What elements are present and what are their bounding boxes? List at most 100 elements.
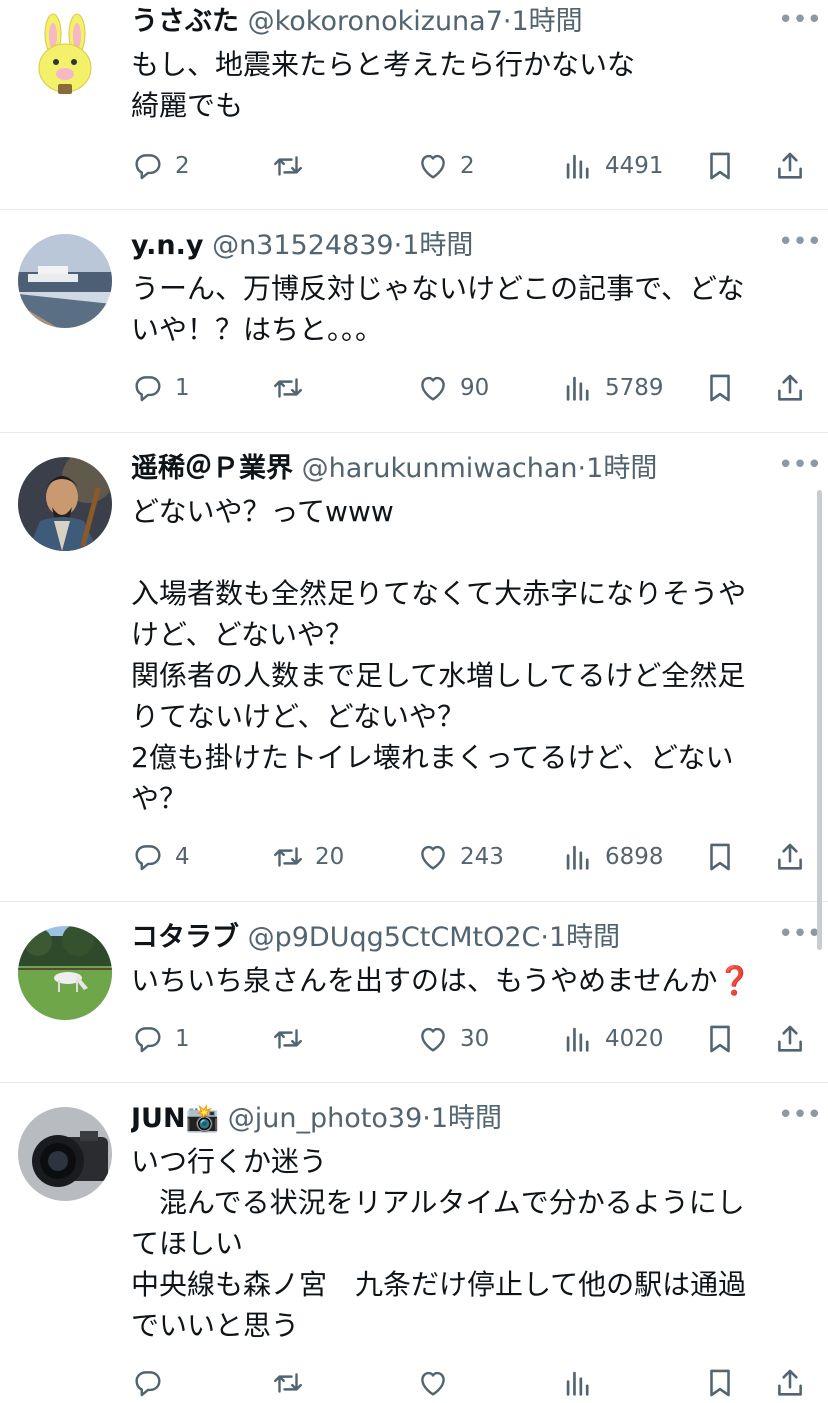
views-button[interactable]: 4491 (561, 146, 664, 186)
tweet-line: 中央線も森ノ宮 九条だけ停止して他の駅は通過 (131, 1268, 747, 1301)
display-name[interactable]: うさぶた (131, 6, 239, 37)
timestamp[interactable]: 1時間 (431, 1103, 502, 1134)
share-icon (778, 1369, 802, 1396)
tweet-actions: 1 30 4020 (131, 1019, 811, 1059)
tweet-header: うさぶた @kokoronokizuna7·1時間 (131, 4, 808, 40)
views-icon (566, 1027, 589, 1052)
user-handle[interactable]: @jun_photo39 (228, 1103, 422, 1134)
timestamp[interactable]: 1時間 (402, 230, 473, 261)
timestamp[interactable]: 1時間 (549, 922, 620, 953)
tweet-line: もし、地震来たらと考えたら行かないな (131, 48, 636, 81)
avatar[interactable] (18, 12, 112, 106)
share-button[interactable] (773, 1019, 807, 1059)
separator-dot: · (422, 1103, 431, 1134)
bookmark-button[interactable] (703, 1363, 737, 1403)
retweet-button[interactable] (271, 1363, 305, 1403)
retweet-icon (274, 847, 302, 867)
display-name[interactable]: 遥稀＠Ｐ業界 (131, 453, 293, 484)
share-button[interactable] (773, 837, 807, 877)
retweet-count: 20 (315, 844, 345, 870)
tweet-line: いつ行くか迷う (131, 1145, 328, 1178)
tweet-text: もし、地震来たらと考えたら行かないな 綺麗でも (131, 44, 808, 126)
bookmark-icon (710, 843, 730, 871)
like-button[interactable]: 30 (416, 1019, 489, 1059)
bookmark-button[interactable] (703, 837, 737, 877)
views-button[interactable] (561, 1363, 595, 1403)
reply-button[interactable]: 1 (131, 1019, 190, 1059)
tweet-actions: 1 90 5789 (131, 368, 811, 408)
avatar[interactable] (18, 457, 112, 551)
timestamp[interactable]: 1時間 (512, 6, 583, 37)
timestamp[interactable]: 1時間 (586, 453, 657, 484)
tweet-actions: 4 20 243 6898 (131, 837, 811, 877)
separator-dot: · (577, 453, 587, 484)
tweet-line: でいいと思う (131, 1309, 300, 1342)
views-icon (566, 1371, 589, 1396)
views-icon (566, 154, 589, 179)
bookmark-button[interactable] (703, 1019, 737, 1059)
scrollbar[interactable] (817, 490, 822, 950)
bookmark-button[interactable] (703, 146, 737, 186)
tweet-line: うーん、万博反対じゃないけどこの記事で、どな (131, 272, 745, 305)
tweet[interactable]: ••• うさぶた @kokoronokizuna7·1時間 もし、地震来たらと考… (0, 0, 828, 210)
reply-button[interactable]: 1 (131, 368, 190, 408)
reply-count: 1 (175, 375, 190, 401)
share-button[interactable] (773, 368, 807, 408)
display-name[interactable]: コタラブ (131, 922, 239, 953)
tweet[interactable]: ••• コタラブ @p9DUqg5CtCMtO2C·1時間 いちいち泉さんを出す… (0, 902, 828, 1083)
bookmark-button[interactable] (703, 368, 737, 408)
display-name[interactable]: JUN (131, 1103, 186, 1134)
like-button[interactable]: 90 (416, 368, 489, 408)
views-button[interactable]: 4020 (561, 1019, 664, 1059)
retweet-button[interactable] (271, 146, 315, 186)
share-icon (778, 843, 802, 870)
avatar[interactable] (18, 926, 112, 1020)
tweet-text: いつ行くか迷う 混んでる状況をリアルタイムで分かるようにし てほしい 中央線も森… (131, 1141, 808, 1346)
display-name[interactable]: y.n.y (131, 230, 203, 261)
like-button[interactable]: 243 (416, 837, 504, 877)
tweet-line: 2億も掛けたトイレ壊れまくってるけど、どない (131, 741, 734, 774)
views-button[interactable]: 6898 (561, 837, 664, 877)
view-count: 4020 (605, 1026, 664, 1052)
separator-dot: · (540, 922, 549, 953)
share-icon (778, 152, 802, 179)
share-button[interactable] (773, 1363, 807, 1403)
tweet[interactable]: ••• JUN📸 @jun_photo39·1時間 いつ行くか迷う 混んでる状況… (0, 1083, 828, 1397)
user-handle[interactable]: @n31524839 (212, 230, 394, 261)
views-icon (566, 376, 589, 401)
reply-icon (135, 376, 161, 402)
views-button[interactable]: 5789 (561, 368, 664, 408)
reply-count: 4 (175, 844, 190, 870)
avatar[interactable] (18, 234, 112, 328)
tweet[interactable]: ••• y.n.y @n31524839·1時間 うーん、万博反対じゃないけどこ… (0, 210, 828, 433)
retweet-button[interactable]: 20 (271, 837, 344, 877)
reply-icon (135, 1027, 161, 1053)
reply-icon (135, 1371, 161, 1397)
views-icon (566, 845, 589, 870)
tweet-header: コタラブ @p9DUqg5CtCMtO2C·1時間 (131, 920, 808, 956)
tweet-line: どないや？ってwww (131, 495, 394, 528)
reply-button[interactable] (131, 1363, 165, 1403)
user-handle[interactable]: @kokoronokizuna7 (248, 6, 503, 37)
view-count: 4491 (605, 153, 664, 179)
heart-icon (421, 154, 445, 179)
separator-dot: · (393, 230, 403, 261)
avatar[interactable] (18, 1107, 112, 1201)
user-handle[interactable]: @p9DUqg5CtCMtO2C (248, 922, 541, 953)
tweet[interactable]: ••• 遥稀＠Ｐ業界 @harukunmiwachan·1時間 どないや？ってw… (0, 433, 828, 902)
reply-button[interactable]: 4 (131, 837, 190, 877)
retweet-icon (274, 156, 302, 176)
like-button[interactable] (416, 1363, 450, 1403)
like-count: 30 (460, 1026, 490, 1052)
retweet-icon (274, 1373, 302, 1393)
user-handle[interactable]: @harukunmiwachan (302, 453, 578, 484)
retweet-button[interactable] (271, 1019, 315, 1059)
tweet-text: うーん、万博反対じゃないけどこの記事で、どな いや！？はちと。。。 (131, 268, 808, 350)
share-button[interactable] (773, 146, 807, 186)
tweet-line: てほしい (131, 1227, 244, 1260)
camera-flash-emoji: 📸 (185, 1103, 220, 1134)
view-count: 5789 (605, 375, 664, 401)
retweet-button[interactable] (271, 368, 315, 408)
reply-button[interactable]: 2 (131, 146, 190, 186)
like-button[interactable]: 2 (416, 146, 475, 186)
